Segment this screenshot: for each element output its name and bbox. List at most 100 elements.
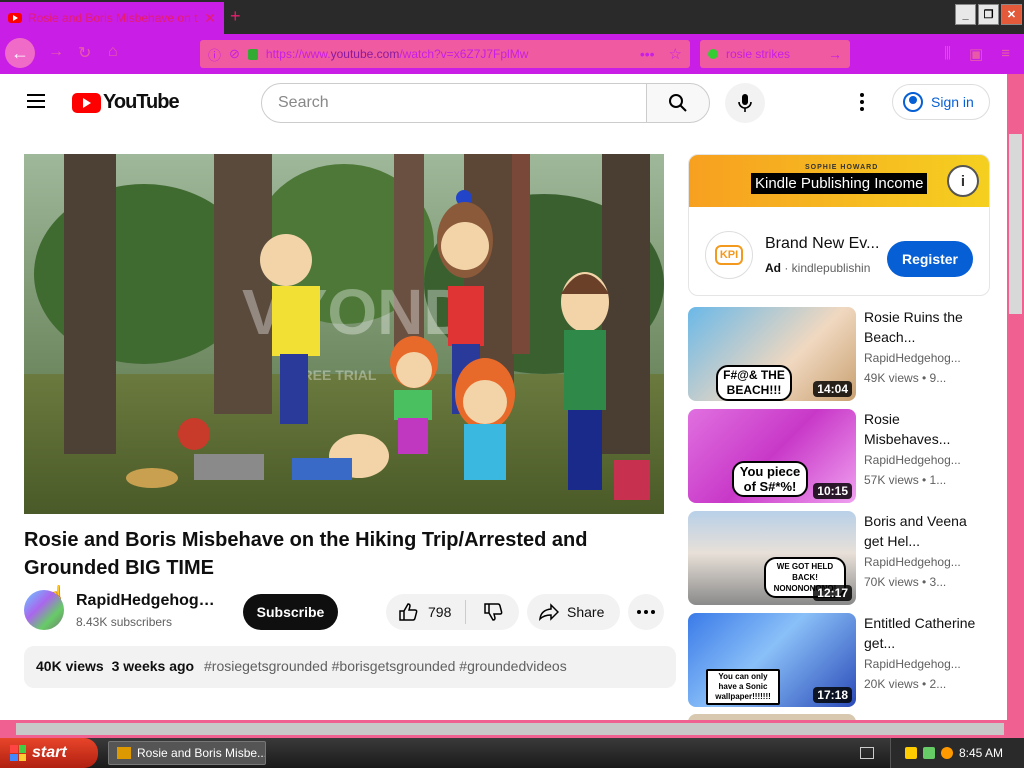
start-button[interactable]: start xyxy=(0,738,98,768)
thumbs-down-icon xyxy=(483,603,502,621)
youtube-play-icon xyxy=(72,92,101,113)
browser-tab-bar: Rosie and Boris Misbehave on the Hiking … xyxy=(0,0,1024,34)
related-title[interactable]: Boris and Veena get Hel... xyxy=(864,511,980,551)
related-title[interactable]: Rosie Ruins the Beach... xyxy=(864,307,980,347)
scrollbar-thumb[interactable] xyxy=(1009,134,1022,314)
ad-info-icon[interactable]: i xyxy=(947,165,979,197)
search-go-icon[interactable]: → xyxy=(828,46,842,62)
related-channel[interactable]: RapidHedgehog... xyxy=(864,453,964,467)
browser-app-icon xyxy=(117,747,131,759)
share-button[interactable]: Share xyxy=(527,594,620,630)
sign-in-button[interactable]: Sign in xyxy=(892,84,990,120)
menu-icon[interactable]: ≡ xyxy=(1001,45,1010,63)
hashtags[interactable]: #rosiegetsgrounded #borisgetsgrounded #g… xyxy=(204,658,567,674)
library-icon[interactable]: ⫼ xyxy=(944,45,951,63)
related-views: 49K views • 9... xyxy=(864,371,947,385)
related-thumbnail[interactable]: WE GOT HELD BACK! NONONONONO! 12:17 xyxy=(688,511,856,605)
youtube-favicon-icon xyxy=(8,13,22,23)
related-thumbnail[interactable]: You piece of S#*%! 10:15 xyxy=(688,409,856,503)
search-placeholder: Search xyxy=(278,94,329,111)
network-icon[interactable] xyxy=(923,747,935,759)
voice-search-button[interactable] xyxy=(725,83,765,123)
maximize-button[interactable]: ❐ xyxy=(978,4,999,25)
video-duration: 14:04 xyxy=(813,381,852,397)
tracking-protection-icon[interactable]: ⊘ xyxy=(229,46,240,62)
ad-banner-headline: Kindle Publishing Income xyxy=(751,173,928,194)
youtube-logo[interactable]: YouTube xyxy=(72,91,180,114)
start-label: start xyxy=(32,744,67,761)
dislike-button[interactable] xyxy=(466,602,519,622)
keyboard-icon[interactable] xyxy=(860,747,874,759)
screen: Rosie and Boris Misbehave on the Hiking … xyxy=(0,0,1024,768)
close-window-button[interactable]: ✕ xyxy=(1001,4,1022,25)
related-channel[interactable]: RapidHedgehog... xyxy=(864,351,964,365)
related-title[interactable]: Entitled Catherine get... xyxy=(864,613,980,653)
thumbnail-caption: F#@& THE BEACH!!! xyxy=(716,365,792,401)
vertical-scrollbar[interactable] xyxy=(1007,74,1024,720)
home-button[interactable]: ⌂ xyxy=(108,43,118,61)
settings-menu-icon[interactable] xyxy=(860,93,866,114)
share-label: Share xyxy=(567,604,605,620)
sidebar-icon[interactable]: ▣ xyxy=(969,45,983,63)
search-input[interactable]: Search xyxy=(261,83,647,123)
video-player[interactable]: VYOND FREE TRIAL xyxy=(24,154,664,514)
minimize-button[interactable]: _ xyxy=(955,4,976,25)
related-channel[interactable]: RapidHedgehog... xyxy=(864,657,964,671)
ad-label: Ad xyxy=(765,261,781,275)
url-text[interactable]: https://www.youtube.com/watch?v=x6Z7J7Fp… xyxy=(266,47,640,61)
like-button[interactable]: 798 xyxy=(386,600,466,624)
taskbar-window-button[interactable]: Rosie and Boris Misbe... xyxy=(108,741,266,765)
subscribe-button[interactable]: Subscribe xyxy=(243,594,338,630)
toolbar-right: ⫼ ▣ ≡ xyxy=(944,45,1010,63)
browser-nav-bar: ← → ↻ ⌂ ⓘ ⊘ https://www.youtube.com/watc… xyxy=(0,34,1024,74)
info-icon[interactable]: ⓘ xyxy=(208,45,221,64)
close-tab-icon[interactable]: ✕ xyxy=(204,10,216,27)
new-tab-button[interactable]: + xyxy=(230,6,241,26)
related-title[interactable]: Rosie Misbehaves... xyxy=(864,409,980,449)
related-views: 20K views • 2... xyxy=(864,677,947,691)
address-bar[interactable]: ⓘ ⊘ https://www.youtube.com/watch?v=x6Z7… xyxy=(200,40,690,68)
taskbar-window-label: Rosie and Boris Misbe... xyxy=(137,746,266,760)
related-thumbnail[interactable]: You can only have a Sonic wallpaper!!!!!… xyxy=(688,613,856,707)
browser-tab[interactable]: Rosie and Boris Misbehave on the Hiking … xyxy=(0,2,224,34)
reload-button[interactable]: ↻ xyxy=(78,43,91,63)
youtube-page: YouTube Search Sign in VYOND FREE TRIAL … xyxy=(0,74,1007,720)
related-video[interactable]: WE GOT HELD BACK! NONONONONO! 12:17 Bori… xyxy=(688,511,998,605)
horizontal-scrollbar[interactable] xyxy=(0,720,1024,738)
logo-text: YouTube xyxy=(103,91,180,113)
advertiser-logo-text: KPI xyxy=(714,245,744,265)
description-box[interactable]: 40K views 3 weeks ago #rosiegetsgrounded… xyxy=(24,646,676,688)
thumbnail-caption: You piece of S#*%! xyxy=(732,461,808,497)
back-button[interactable]: ← xyxy=(5,38,35,68)
video-duration: 17:18 xyxy=(813,687,852,703)
browser-search-box[interactable]: rosie strikes → xyxy=(700,40,850,68)
video-frame: VYOND FREE TRIAL xyxy=(24,154,664,514)
system-tray: 8:45 AM xyxy=(890,738,1024,768)
ad-banner[interactable]: SOPHIE HOWARD Kindle Publishing Income i xyxy=(689,155,989,207)
register-button[interactable]: Register xyxy=(887,241,973,277)
security-shield-icon[interactable] xyxy=(905,747,917,759)
channel-avatar[interactable] xyxy=(24,590,64,630)
horizontal-scrollbar-thumb[interactable] xyxy=(16,723,1004,735)
ad-title[interactable]: Brand New Ev... xyxy=(765,235,880,253)
more-actions-button[interactable] xyxy=(628,594,664,630)
browser-search-query[interactable]: rosie strikes xyxy=(726,47,828,61)
search-button[interactable] xyxy=(646,83,710,123)
channel-name[interactable]: RapidHedgehogA... xyxy=(76,592,221,610)
window-controls: _ ❐ ✕ xyxy=(955,4,1022,25)
related-video[interactable]: You piece of S#*%! 10:15 Rosie Misbehave… xyxy=(688,409,998,503)
page-actions-icon[interactable]: ••• xyxy=(640,46,655,62)
hamburger-menu-icon[interactable] xyxy=(27,94,45,112)
related-channel[interactable]: RapidHedgehog... xyxy=(864,555,964,569)
ad-meta: Ad · kindlepublishin xyxy=(765,261,871,275)
related-video[interactable]: You can only have a Sonic wallpaper!!!!!… xyxy=(688,613,998,707)
account-icon xyxy=(903,92,923,112)
search-tray-icon[interactable] xyxy=(941,747,953,759)
related-video[interactable]: F#@& THE BEACH!!! 14:04 Rosie Ruins the … xyxy=(688,307,998,401)
related-thumbnail[interactable]: F#@& THE BEACH!!! 14:04 xyxy=(688,307,856,401)
forward-button[interactable]: → xyxy=(48,43,64,61)
sign-in-label: Sign in xyxy=(931,94,974,110)
bookmark-star-icon[interactable]: ☆ xyxy=(669,45,682,63)
related-views: 70K views • 3... xyxy=(864,575,947,589)
ad-card[interactable]: SOPHIE HOWARD Kindle Publishing Income i… xyxy=(688,154,990,296)
